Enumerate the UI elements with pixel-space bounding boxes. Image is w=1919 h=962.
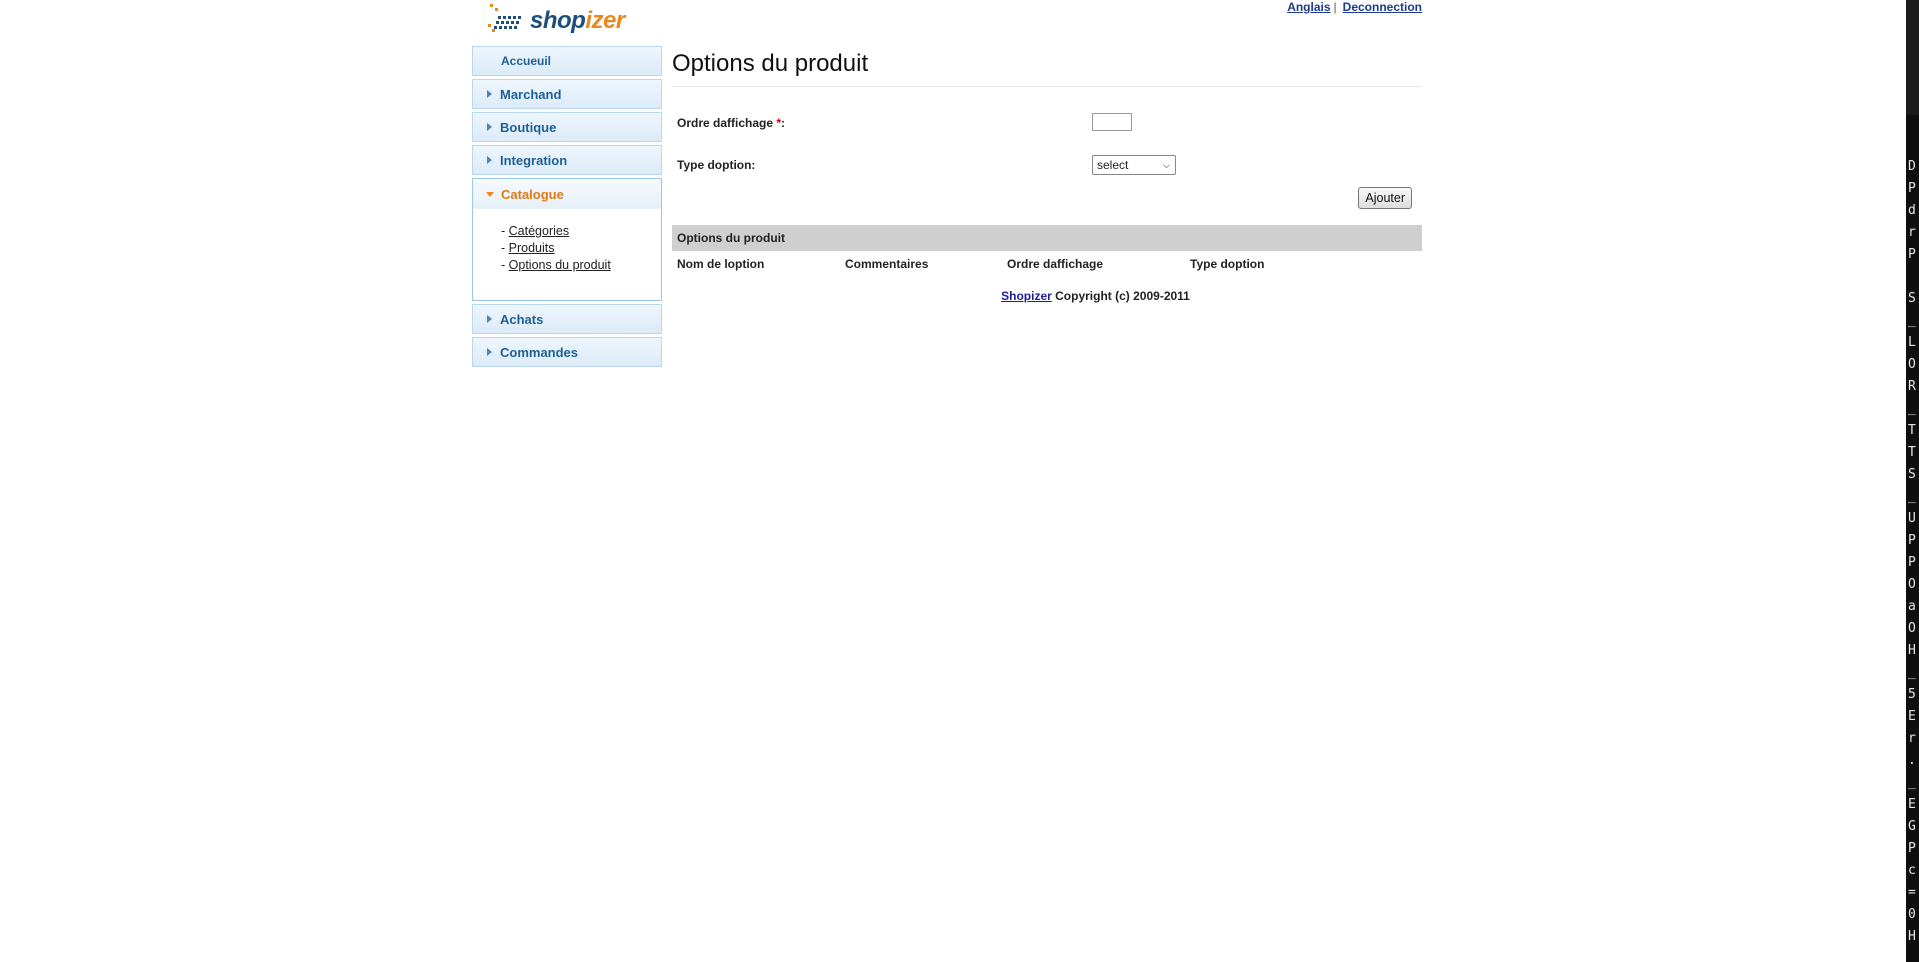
arrow-right-icon [487, 156, 492, 164]
column-header-display-order[interactable]: Ordre daffichage [1007, 257, 1103, 271]
options-table-caption: Options du produit [672, 225, 1422, 251]
sidebar-section-catalogue: Catalogue - Catégories - Produits - Opti… [472, 178, 662, 301]
sidebar-item-catalogue[interactable]: Catalogue [473, 179, 661, 209]
arrow-right-icon [487, 90, 492, 98]
submenu-item: - Produits [501, 241, 555, 255]
page: shopizer Anglais | Deconnection Accueuil M… [0, 0, 1919, 962]
submenu-link-produits[interactable]: Produits [509, 241, 555, 255]
logo-text: shopizer [530, 7, 625, 34]
submenu-link-options[interactable]: Options du produit [509, 258, 611, 272]
sidebar-item-marchand[interactable]: Marchand [472, 79, 662, 109]
sidebar-item-label: Catalogue [501, 186, 564, 202]
language-link[interactable]: Anglais [1287, 0, 1330, 14]
option-type-select[interactable]: select ⌵ [1092, 155, 1176, 175]
submenu-item: - Catégories [501, 224, 570, 238]
sidebar-item-label: Boutique [500, 119, 557, 135]
column-header-option-type[interactable]: Type doption [1190, 257, 1264, 271]
link-separator: | [1333, 0, 1337, 14]
page-title: Options du produit [672, 46, 1422, 87]
sidebar-item-home[interactable]: Accueuil [472, 46, 662, 76]
sidebar-nav: Accueuil Marchand Boutique Integration C… [472, 46, 662, 370]
catalogue-submenu: - Catégories - Produits - Options du pro… [473, 209, 661, 300]
sidebar-item-label: Commandes [500, 344, 579, 360]
arrow-right-icon [487, 348, 492, 356]
terminal-text: D P d r P S _ L O R _ T T S _ U P P O a … [1908, 159, 1916, 944]
footer: Shopizer Copyright (c) 2009-2011 [672, 289, 1422, 303]
arrow-right-icon [487, 123, 492, 131]
arrow-down-icon [486, 191, 494, 197]
sidebar-item-integration[interactable]: Integration [472, 145, 662, 175]
form-row-order: Ordre daffichage *: [672, 113, 1422, 157]
shopizer-logo[interactable]: shopizer [484, 0, 625, 34]
logo-dots-icon [488, 4, 521, 32]
footer-copyright: Copyright (c) 2009-2011 [1051, 289, 1190, 303]
options-table-header: Nom de loption Commentaires Ordre daffic… [672, 251, 1422, 277]
display-order-input[interactable] [1092, 113, 1132, 131]
sidebar-item-label: Accueuil [501, 54, 552, 68]
button-row: Ajouter [672, 187, 1422, 225]
submenu-link-categories[interactable]: Catégories [509, 224, 569, 238]
arrow-right-icon [487, 315, 492, 323]
sidebar-item-label: Marchand [500, 86, 562, 102]
footer-shopizer-link[interactable]: Shopizer [1001, 289, 1052, 303]
select-value: select [1097, 158, 1129, 172]
submenu-item: - Options du produit [501, 258, 611, 272]
option-type-label: Type doption: [677, 158, 756, 172]
order-label: Ordre daffichage *: [677, 116, 786, 130]
column-header-comments[interactable]: Commentaires [845, 257, 928, 271]
sidebar-item-achats[interactable]: Achats [472, 304, 662, 334]
column-header-name[interactable]: Nom de loption [677, 257, 764, 271]
main-content: Options du produit Ordre daffichage *: T… [672, 46, 1422, 303]
sidebar-item-label: Achats [500, 311, 544, 327]
terminal-edge-top [1906, 0, 1919, 115]
sidebar-item-boutique[interactable]: Boutique [472, 112, 662, 142]
add-button[interactable]: Ajouter [1358, 187, 1412, 209]
sidebar-item-commandes[interactable]: Commandes [472, 337, 662, 367]
logout-link[interactable]: Deconnection [1343, 0, 1422, 14]
top-links: Anglais | Deconnection [1287, 0, 1422, 14]
sidebar-item-label: Integration [500, 152, 568, 168]
form-row-type: Type doption: select ⌵ [672, 155, 1422, 193]
chevron-down-icon: ⌵ [1163, 159, 1170, 170]
